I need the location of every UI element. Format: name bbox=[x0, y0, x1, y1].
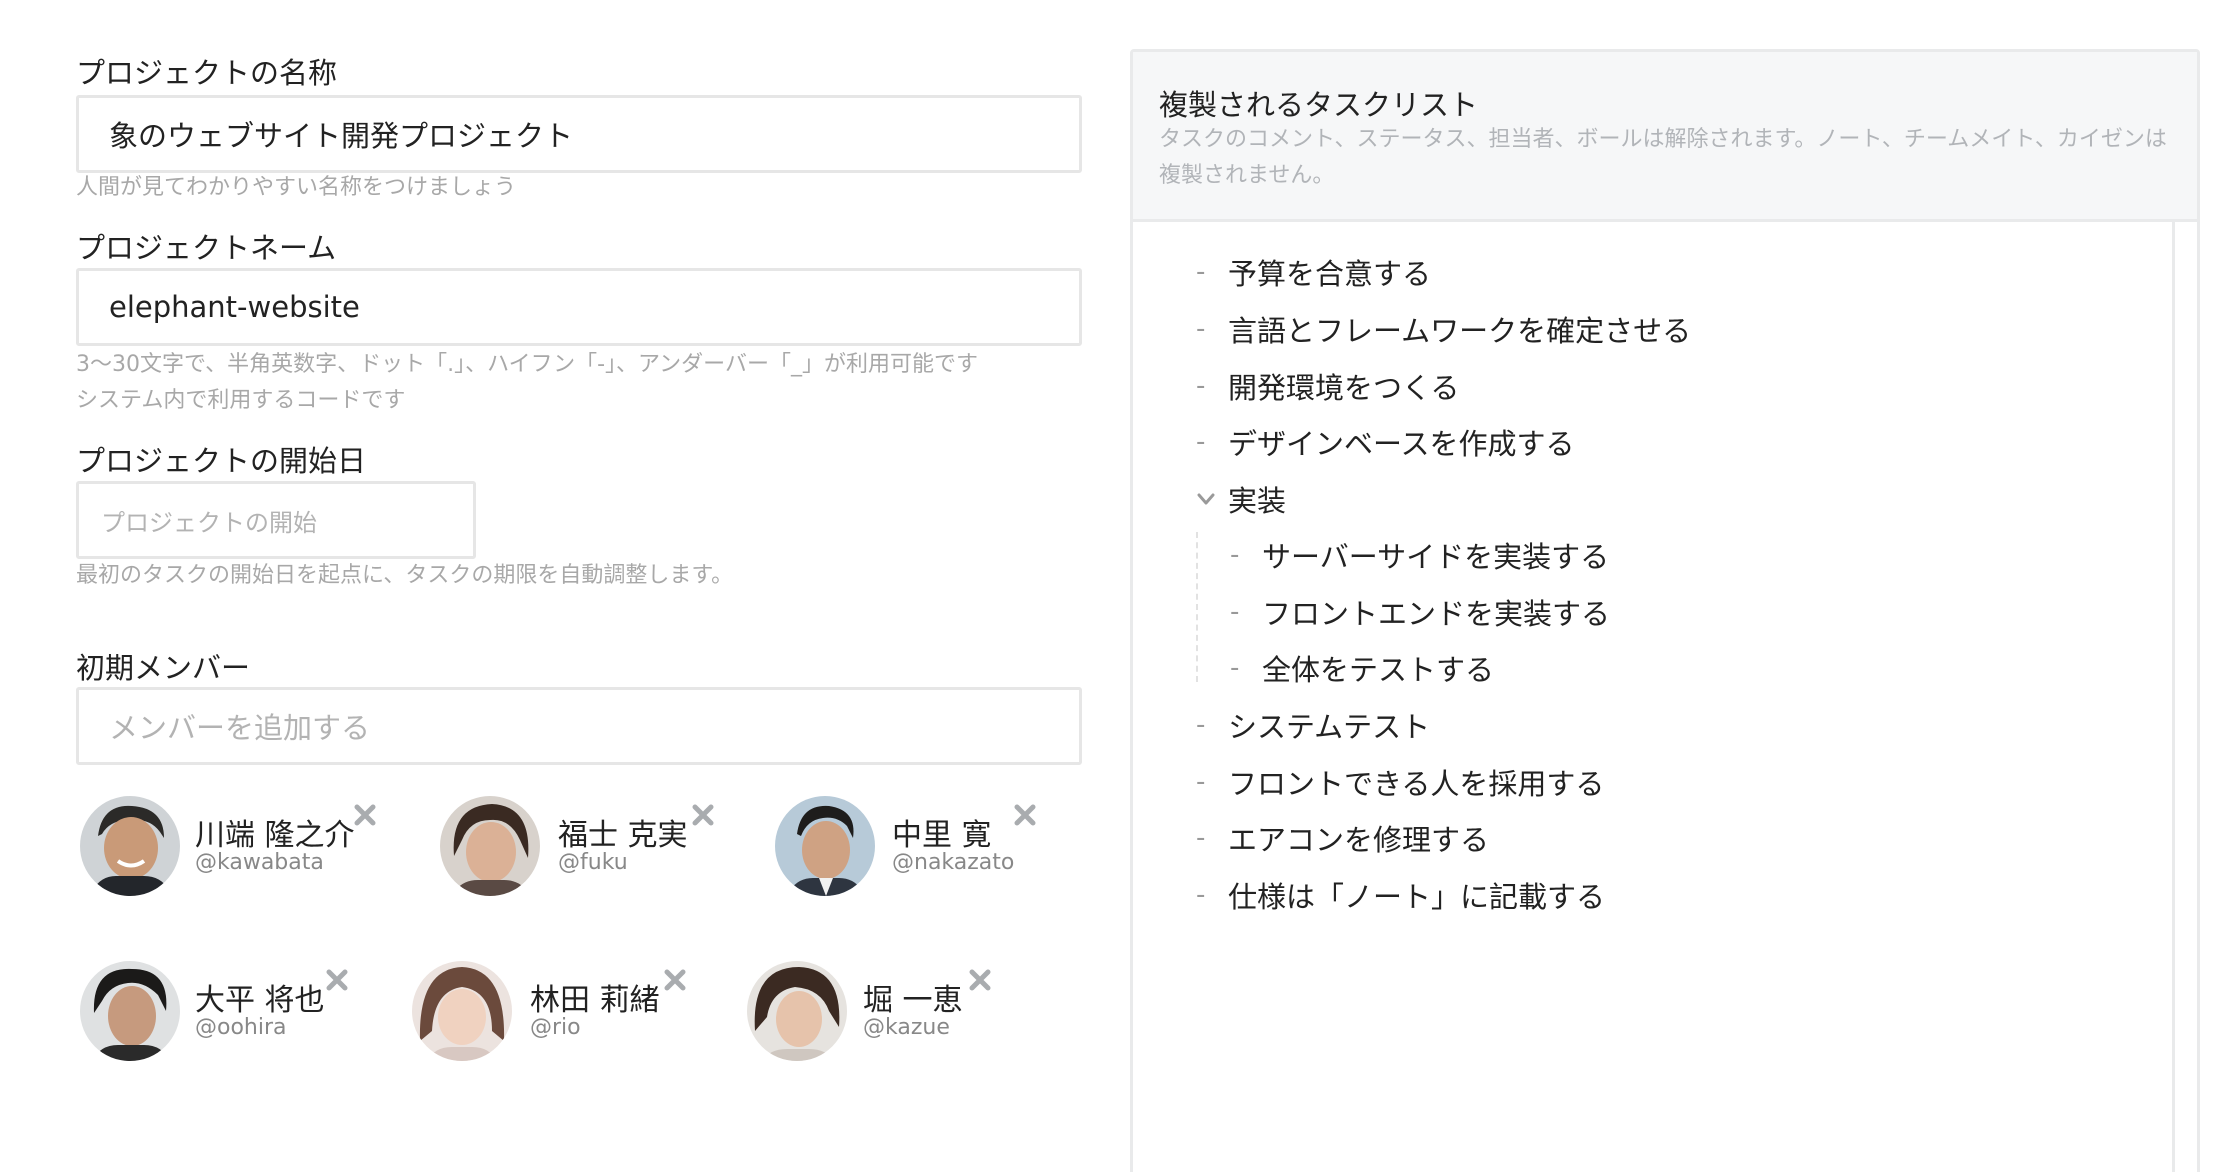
task-item[interactable]: - 言語とフレームワークを確定させる bbox=[1196, 309, 1691, 349]
avatar bbox=[747, 961, 847, 1061]
dash-icon: - bbox=[1230, 653, 1240, 683]
dash-icon: - bbox=[1230, 597, 1240, 627]
close-icon[interactable] bbox=[662, 967, 688, 993]
task-label: サーバーサイドを実装する bbox=[1262, 540, 1610, 574]
subtask-guide bbox=[1196, 532, 1198, 682]
dash-icon: - bbox=[1196, 880, 1206, 910]
member-card-rio: 林田 莉緒 @rio bbox=[412, 961, 712, 1065]
task-label: 言語とフレームワークを確定させる bbox=[1228, 314, 1692, 348]
dash-icon: - bbox=[1196, 371, 1206, 401]
tasklist-header: 複製されるタスクリスト タスクのコメント、ステータス、担当者、ボールは解除されま… bbox=[1133, 52, 2197, 222]
member-search-input[interactable]: メンバーを追加する bbox=[76, 687, 1082, 765]
project-name-hint: 人間が見てわかりやすい名称をつけましょう bbox=[76, 175, 517, 200]
avatar bbox=[80, 796, 180, 896]
task-item[interactable]: - エアコンを修理する bbox=[1196, 818, 1489, 858]
task-label: 開発環境をつくる bbox=[1228, 371, 1460, 405]
project-name-input[interactable]: 象のウェブサイト開発プロジェクト bbox=[76, 95, 1082, 173]
subtask-item[interactable]: - 全体をテストする bbox=[1230, 648, 1494, 688]
task-label: エアコンを修理する bbox=[1228, 823, 1490, 857]
dash-icon: - bbox=[1230, 540, 1240, 570]
task-label: 予算を合意する bbox=[1228, 257, 1432, 291]
start-date-input[interactable]: プロジェクトの開始 bbox=[76, 481, 476, 559]
close-icon[interactable] bbox=[690, 802, 716, 828]
member-card-nakazato: 中里 寛 @nakazato bbox=[775, 796, 1075, 900]
dash-icon: - bbox=[1196, 767, 1206, 797]
members-label: 初期メンバー bbox=[76, 651, 251, 685]
dash-icon: - bbox=[1196, 710, 1206, 740]
project-code-input[interactable]: elephant-website bbox=[76, 268, 1082, 346]
close-icon[interactable] bbox=[967, 967, 993, 993]
task-item[interactable]: - 予算を合意する bbox=[1196, 252, 1431, 292]
member-name: 堀 一恵 bbox=[863, 983, 963, 1018]
dash-icon: - bbox=[1196, 314, 1206, 344]
task-label: デザインベースを作成する bbox=[1228, 427, 1575, 461]
task-label: システムテスト bbox=[1228, 710, 1431, 744]
project-name-label: プロジェクトの名称 bbox=[76, 56, 338, 90]
member-name: 大平 将也 bbox=[195, 983, 325, 1018]
dash-icon: - bbox=[1196, 257, 1206, 287]
close-icon[interactable] bbox=[324, 967, 350, 993]
member-handle: @kazue bbox=[863, 1015, 950, 1040]
avatar bbox=[80, 961, 180, 1061]
task-item[interactable]: - 開発環境をつくる bbox=[1196, 366, 1459, 406]
task-label: 全体をテストする bbox=[1262, 653, 1495, 687]
task-label: フロントエンドを実装する bbox=[1262, 597, 1611, 631]
task-item[interactable]: - フロントできる人を採用する bbox=[1196, 762, 1604, 802]
close-icon[interactable] bbox=[352, 802, 378, 828]
dash-icon: - bbox=[1196, 427, 1206, 457]
task-label: 実装 bbox=[1228, 484, 1287, 518]
project-code-hint: 3〜30文字で、半角英数字、ドット「.」、ハイフン「-」、アンダーバー「_」が利… bbox=[76, 352, 978, 377]
avatar bbox=[775, 796, 875, 896]
task-label: 仕様は「ノート」に記載する bbox=[1228, 880, 1606, 914]
dash-icon: - bbox=[1196, 823, 1206, 853]
member-card-kazue: 堀 一恵 @kazue bbox=[747, 961, 1047, 1065]
member-name: 中里 寛 bbox=[892, 818, 992, 853]
task-item[interactable]: - デザインベースを作成する bbox=[1196, 422, 1575, 462]
project-code-subhint: システム内で利用するコードです bbox=[76, 388, 406, 413]
project-code-label: プロジェクトネーム bbox=[76, 231, 337, 265]
task-item[interactable]: - 仕様は「ノート」に記載する bbox=[1196, 875, 1605, 915]
task-group[interactable]: 実装 bbox=[1196, 479, 1286, 519]
subtask-item[interactable]: - サーバーサイドを実装する bbox=[1230, 535, 1609, 575]
tasklist-description: タスクのコメント、ステータス、担当者、ボールは解除されます。ノート、チームメイト… bbox=[1159, 127, 2167, 188]
start-date-hint: 最初のタスクの開始日を起点に、タスクの期限を自動調整します。 bbox=[76, 563, 734, 588]
close-icon[interactable] bbox=[1012, 802, 1038, 828]
member-handle: @fuku bbox=[558, 850, 628, 875]
member-handle: @oohira bbox=[195, 1015, 287, 1040]
member-handle: @rio bbox=[530, 1015, 581, 1040]
member-card-oohira: 大平 将也 @oohira bbox=[80, 961, 380, 1065]
start-date-label: プロジェクトの開始日 bbox=[76, 444, 367, 478]
chevron-down-icon[interactable] bbox=[1196, 489, 1216, 509]
task-item[interactable]: - システムテスト bbox=[1196, 705, 1430, 745]
member-name: 福士 克実 bbox=[558, 818, 688, 853]
member-card-kawabata: 川端 隆之介 @kawabata bbox=[80, 796, 380, 900]
member-card-fuku: 福士 克実 @fuku bbox=[440, 796, 740, 900]
member-name: 林田 莉緒 bbox=[530, 983, 660, 1018]
scrollbar[interactable] bbox=[2172, 222, 2175, 1172]
avatar bbox=[412, 961, 512, 1061]
member-handle: @nakazato bbox=[892, 850, 1015, 875]
member-handle: @kawabata bbox=[195, 850, 324, 875]
avatar bbox=[440, 796, 540, 896]
tasklist-title: 複製されるタスクリスト bbox=[1159, 88, 1479, 122]
task-label: フロントできる人を採用する bbox=[1228, 767, 1605, 801]
subtask-item[interactable]: - フロントエンドを実装する bbox=[1230, 592, 1610, 632]
member-name: 川端 隆之介 bbox=[195, 818, 355, 853]
